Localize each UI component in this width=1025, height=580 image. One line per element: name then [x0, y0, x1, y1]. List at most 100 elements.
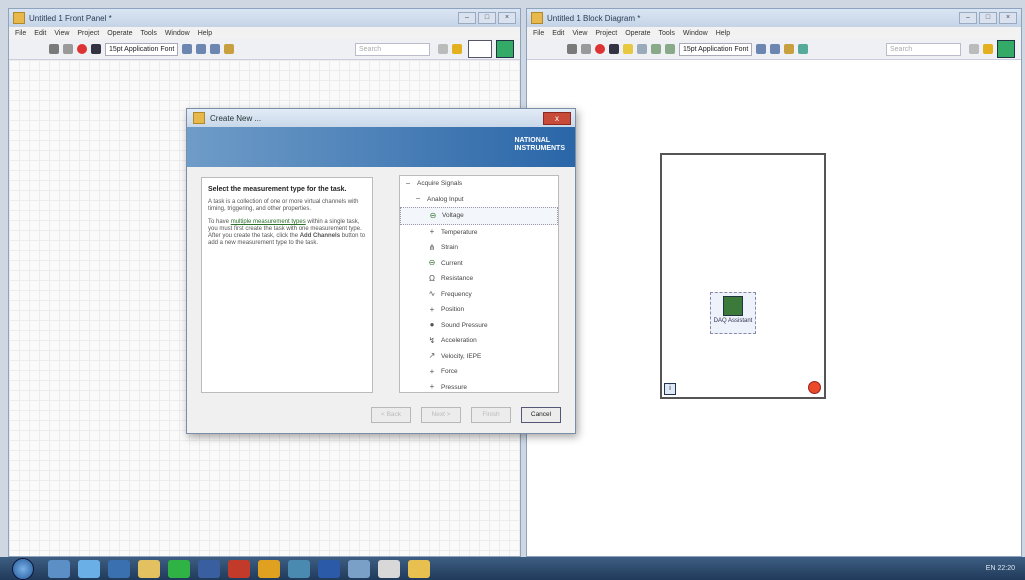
menu-edit[interactable]: Edit	[34, 30, 46, 37]
chrome-icon[interactable]	[258, 559, 280, 578]
labview-icon[interactable]	[378, 559, 400, 578]
font-selector[interactable]: 15pt Application Font	[679, 42, 753, 56]
media-icon[interactable]	[198, 559, 220, 578]
vi-icon[interactable]	[496, 40, 514, 58]
tree-item-strain[interactable]: ⋔ Strain	[400, 240, 558, 256]
menu-file[interactable]: File	[15, 30, 26, 37]
resize-icon[interactable]	[210, 44, 221, 54]
minimize-button[interactable]: –	[458, 12, 476, 24]
ie-icon[interactable]	[78, 559, 100, 578]
finish-button[interactable]: Finish	[471, 407, 511, 423]
explorer-icon[interactable]	[108, 559, 130, 578]
block-diagram-titlebar[interactable]: Untitled 1 Block Diagram * – □ ×	[527, 9, 1021, 27]
menu-file[interactable]: File	[533, 30, 544, 37]
highlight-execution-icon[interactable]	[623, 44, 633, 54]
menu-operate[interactable]: Operate	[625, 30, 650, 37]
menu-window[interactable]: Window	[683, 30, 708, 37]
step-over-icon[interactable]	[665, 44, 675, 54]
loop-condition-stop-icon[interactable]	[808, 381, 821, 394]
tree-item-voltage[interactable]: ⊖ Voltage	[400, 207, 558, 225]
iteration-terminal[interactable]: i	[664, 383, 676, 395]
close-button[interactable]: ×	[498, 12, 516, 24]
tree-item-pressure[interactable]: + Pressure	[400, 380, 558, 396]
tree-item-velocity[interactable]: ↗ Velocity, IEPE	[400, 349, 558, 365]
maximize-button[interactable]: □	[478, 12, 496, 24]
folder-icon[interactable]	[138, 559, 160, 578]
vi-icon[interactable]	[997, 40, 1015, 58]
connector-pane-icon[interactable]	[468, 40, 492, 58]
word-icon[interactable]	[318, 559, 340, 578]
distribute-icon[interactable]	[196, 44, 207, 54]
multiple-measurement-types-link[interactable]: multiple measurement types	[231, 219, 306, 225]
distribute-icon[interactable]	[770, 44, 781, 54]
collapse-icon[interactable]: −	[404, 179, 412, 188]
tree-item-temperature[interactable]: + Temperature	[400, 225, 558, 241]
clean-up-diagram-icon[interactable]	[798, 44, 809, 54]
search-input[interactable]: Search	[886, 42, 961, 56]
tree-item-current[interactable]: ⊖ Current	[400, 256, 558, 272]
menu-tools[interactable]: Tools	[140, 30, 156, 37]
menu-edit[interactable]: Edit	[552, 30, 564, 37]
run-arrow-icon[interactable]	[567, 44, 577, 54]
menu-project[interactable]: Project	[595, 30, 617, 37]
help-icon[interactable]	[983, 44, 993, 54]
tree-item-frequency[interactable]: ∿ Frequency	[400, 287, 558, 303]
language-indicator[interactable]: EN	[986, 565, 996, 572]
cancel-button[interactable]: Cancel	[521, 407, 561, 423]
tree-item-sound-pressure[interactable]: ● Sound Pressure	[400, 318, 558, 334]
front-panel-titlebar[interactable]: Untitled 1 Front Panel * – □ ×	[9, 9, 520, 27]
clock[interactable]: 22:20	[997, 565, 1015, 572]
tree-item-acquire-signals[interactable]: − Acquire Signals	[400, 176, 558, 192]
image-viewer-icon[interactable]	[288, 559, 310, 578]
dialog-close-button[interactable]: x	[543, 111, 571, 125]
collapse-icon[interactable]: −	[414, 195, 422, 203]
tool-icon[interactable]	[48, 559, 70, 578]
close-button[interactable]: ×	[999, 12, 1017, 24]
abort-icon[interactable]	[77, 44, 87, 54]
run-continuous-icon[interactable]	[581, 44, 591, 54]
font-selector[interactable]: 15pt Application Font	[105, 42, 179, 56]
step-into-icon[interactable]	[651, 44, 661, 54]
next-button[interactable]: Next >	[421, 407, 461, 423]
menu-help[interactable]: Help	[198, 30, 212, 37]
menu-window[interactable]: Window	[165, 30, 190, 37]
menu-help[interactable]: Help	[716, 30, 730, 37]
menu-view[interactable]: View	[54, 30, 69, 37]
maximize-button[interactable]: □	[979, 12, 997, 24]
pause-icon[interactable]	[91, 44, 101, 54]
align-icon[interactable]	[182, 44, 193, 54]
tree-item-analog-input[interactable]: − Analog Input	[400, 192, 558, 208]
paint-icon[interactable]	[348, 559, 370, 578]
reorder-icon[interactable]	[784, 44, 795, 54]
daq-assistant-node[interactable]: DAQ Assistant	[710, 292, 756, 334]
line-icon[interactable]	[168, 559, 190, 578]
filezilla-icon[interactable]	[228, 559, 250, 578]
search-icon[interactable]	[438, 44, 448, 54]
menu-project[interactable]: Project	[77, 30, 99, 37]
back-button[interactable]: < Back	[371, 407, 411, 423]
abort-icon[interactable]	[595, 44, 605, 54]
dialog-titlebar[interactable]: Create New ... x	[187, 109, 575, 127]
help-icon[interactable]	[452, 44, 462, 54]
measurement-type-tree[interactable]: − Acquire Signals − Analog Input ⊖ Voltage …	[399, 175, 559, 393]
retain-wire-values-icon[interactable]	[637, 44, 647, 54]
pause-icon[interactable]	[609, 44, 619, 54]
start-button[interactable]	[12, 557, 34, 580]
search-input[interactable]: Search	[355, 42, 430, 56]
run-arrow-icon[interactable]	[49, 44, 59, 54]
tree-item-position[interactable]: + Position	[400, 302, 558, 318]
tree-item-force[interactable]: + Force	[400, 364, 558, 380]
minimize-button[interactable]: –	[959, 12, 977, 24]
menu-tools[interactable]: Tools	[658, 30, 674, 37]
align-icon[interactable]	[756, 44, 767, 54]
run-continuous-icon[interactable]	[63, 44, 73, 54]
while-loop[interactable]	[660, 153, 826, 399]
daq-max-icon[interactable]	[408, 559, 430, 578]
tree-item-acceleration[interactable]: ↯ Acceleration	[400, 333, 558, 349]
tree-item-resistance[interactable]: Ω Resistance	[400, 271, 558, 287]
menu-view[interactable]: View	[572, 30, 587, 37]
search-icon[interactable]	[969, 44, 979, 54]
menu-operate[interactable]: Operate	[107, 30, 132, 37]
reorder-icon[interactable]	[224, 44, 235, 54]
system-tray[interactable]: EN 22:20	[986, 564, 1015, 573]
